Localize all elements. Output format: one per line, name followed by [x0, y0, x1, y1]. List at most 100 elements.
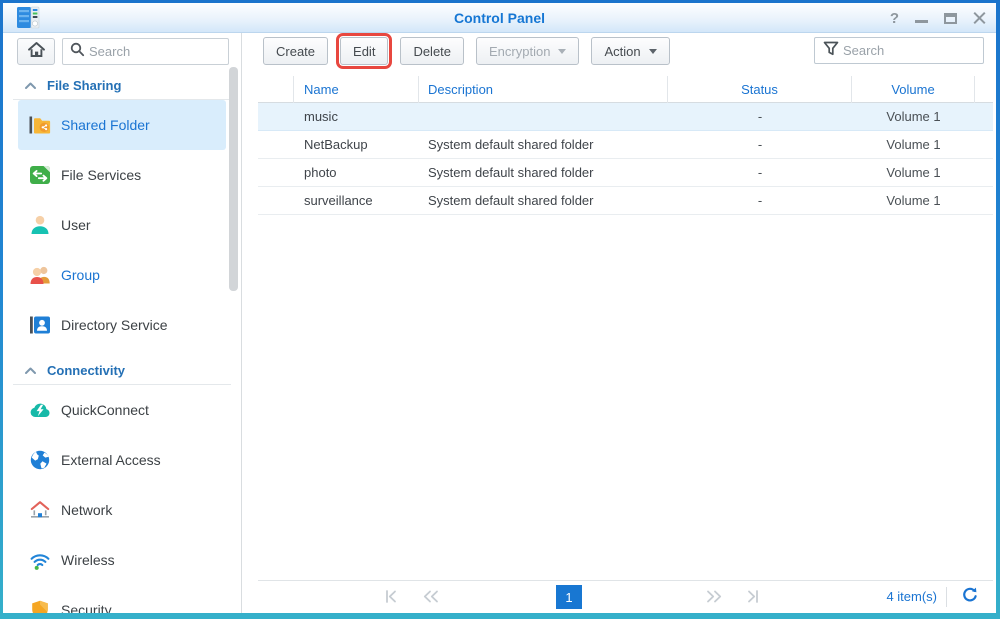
cell-status: -: [757, 193, 763, 208]
sidebar-item-label: Group: [61, 267, 100, 283]
table-row-music[interactable]: music - Volume 1: [258, 103, 993, 131]
cell-name: music: [304, 109, 338, 124]
cell-volume: Volume 1: [886, 165, 941, 180]
previous-page-icon: [421, 589, 440, 609]
file-services-icon: [28, 163, 52, 187]
sidebar-item-label: Security: [61, 602, 112, 613]
sidebar-item-label: Directory Service: [61, 317, 168, 333]
external-access-icon: [28, 448, 52, 472]
shared-folder-table: Name Description Status Volume music - V…: [258, 76, 993, 215]
first-page-icon: [383, 589, 399, 609]
security-icon: [28, 598, 52, 613]
sidebar-item-user[interactable]: User: [3, 200, 241, 250]
filter-icon: [823, 41, 839, 61]
create-button[interactable]: Create: [263, 37, 329, 65]
search-icon: [70, 42, 85, 62]
quickconnect-icon: [28, 398, 52, 422]
sidebar-item-directory-service[interactable]: Directory Service: [3, 300, 241, 350]
action-button-label: Action: [604, 43, 641, 59]
sidebar-item-network[interactable]: Network: [3, 485, 241, 535]
cell-name: photo: [304, 165, 337, 180]
sidebar-scrollbar[interactable]: [229, 67, 238, 291]
home-icon: [27, 41, 46, 63]
control-panel-window: Control Panel ? Search File Sharing Shar…: [3, 3, 996, 613]
dropdown-caret-icon: [648, 48, 657, 54]
table-search: [814, 37, 984, 64]
section-header-connectivity[interactable]: Connectivity: [3, 361, 241, 379]
sidebar: File Sharing Shared Folder: [3, 33, 242, 613]
table-search-input[interactable]: [839, 43, 983, 58]
column-header-name[interactable]: Name: [294, 76, 419, 103]
chevron-up-icon: [24, 363, 37, 378]
dropdown-caret-icon: [558, 48, 567, 54]
sidebar-item-quickconnect[interactable]: QuickConnect: [3, 385, 241, 435]
chevron-up-icon: [24, 78, 37, 93]
cell-status: -: [757, 109, 763, 124]
refresh-icon[interactable]: [961, 586, 979, 609]
column-header-description[interactable]: Description: [419, 76, 668, 103]
close-icon[interactable]: [973, 12, 986, 25]
home-button[interactable]: [17, 38, 55, 65]
minimize-icon[interactable]: [915, 19, 928, 23]
column-header-volume[interactable]: Volume: [852, 76, 975, 103]
toolbar: Create Edit Delete Encryption Action: [242, 33, 996, 69]
cell-status: -: [757, 165, 763, 180]
table-row-surveillance[interactable]: surveillance System default shared folde…: [258, 187, 993, 215]
shared-folder-icon: [28, 113, 52, 137]
column-header-blank: [258, 76, 294, 103]
cell-status: -: [757, 137, 763, 152]
sidebar-item-label: Wireless: [61, 552, 115, 568]
sidebar-item-label: File Services: [61, 167, 142, 183]
sidebar-item-security[interactable]: Security: [3, 585, 241, 613]
next-page-icon: [705, 589, 724, 609]
help-icon[interactable]: ?: [890, 11, 899, 26]
window-controls: ?: [890, 3, 986, 33]
sidebar-item-label: User: [61, 217, 91, 233]
cell-name: surveillance: [304, 193, 373, 208]
pagination-bar: 1 4 item(s): [258, 580, 993, 613]
window-frame: Control Panel ? Search File Sharing Shar…: [0, 0, 1000, 619]
titlebar: Control Panel ?: [3, 3, 996, 33]
item-count-label: 4 item(s): [886, 589, 937, 604]
sidebar-item-label: Network: [61, 502, 113, 518]
main-panel: Create Edit Delete Encryption Action Sea…: [242, 33, 996, 613]
user-icon: [28, 213, 52, 237]
table-row-photo[interactable]: photo System default shared folder - Vol…: [258, 159, 993, 187]
sidebar-item-group[interactable]: Group: [3, 250, 241, 300]
section-header-file-sharing[interactable]: File Sharing: [3, 76, 241, 94]
directory-service-icon: [28, 313, 52, 337]
delete-button[interactable]: Delete: [400, 37, 465, 65]
sidebar-item-file-services[interactable]: File Services: [3, 150, 241, 200]
last-page-icon: [745, 589, 761, 609]
cell-volume: Volume 1: [886, 109, 941, 124]
column-header-status[interactable]: Status: [668, 76, 852, 103]
edit-button[interactable]: Edit: [335, 33, 393, 69]
sidebar-item-wireless[interactable]: Wireless: [3, 535, 241, 585]
maximize-icon[interactable]: [944, 12, 957, 24]
cell-description: System default shared folder: [428, 137, 594, 152]
cell-description: System default shared folder: [428, 165, 594, 180]
sidebar-item-label: QuickConnect: [61, 402, 149, 418]
cell-name: NetBackup: [304, 137, 368, 152]
divider: [946, 587, 947, 607]
encryption-button: Encryption: [476, 37, 580, 65]
sidebar-search-input[interactable]: [85, 44, 228, 59]
cell-volume: Volume 1: [886, 137, 941, 152]
window-body: File Sharing Shared Folder: [3, 33, 996, 613]
page-title: Control Panel: [453, 10, 545, 26]
section-label: File Sharing: [47, 77, 122, 93]
column-header-sliver: [975, 76, 993, 103]
sidebar-top: [17, 38, 241, 65]
wireless-icon: [28, 548, 52, 572]
section-label: Connectivity: [47, 362, 126, 378]
sidebar-item-external-access[interactable]: External Access: [3, 435, 241, 485]
action-button[interactable]: Action: [591, 37, 670, 65]
cell-description: System default shared folder: [428, 193, 594, 208]
encryption-button-label: Encryption: [489, 43, 551, 59]
control-panel-logo-icon: [16, 6, 40, 35]
current-page-button[interactable]: 1: [556, 585, 582, 609]
network-icon: [28, 498, 52, 522]
sidebar-item-shared-folder[interactable]: Shared Folder: [18, 100, 226, 150]
table-row-netbackup[interactable]: NetBackup System default shared folder -…: [258, 131, 993, 159]
sidebar-item-label: External Access: [61, 452, 161, 468]
